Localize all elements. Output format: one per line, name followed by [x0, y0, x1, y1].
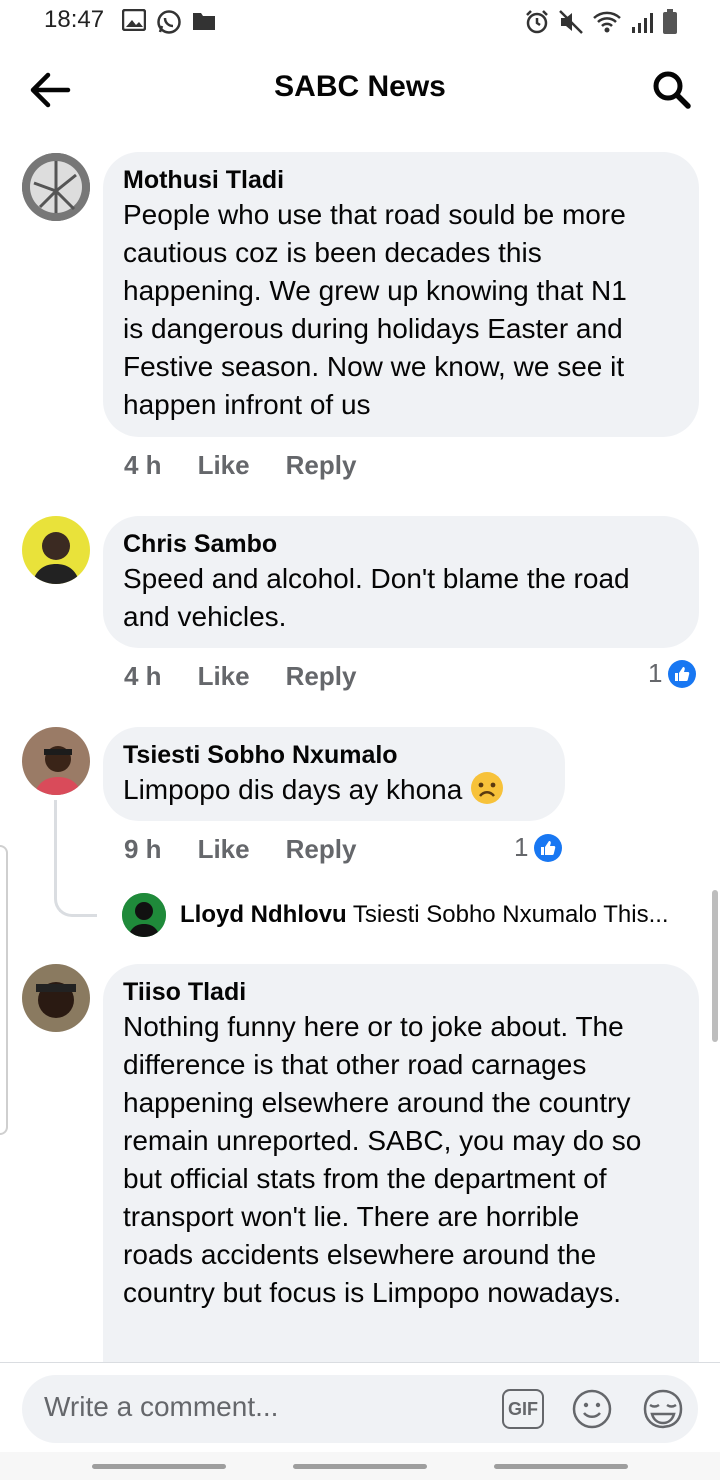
thumbs-up-icon	[668, 659, 697, 688]
comment-text: Nothing funny here or to joke about. The…	[123, 1011, 642, 1308]
comment-bubble: Mothusi Tladi People who use that road s…	[103, 152, 699, 437]
scrollbar[interactable]	[712, 890, 718, 1042]
comment-author[interactable]: Chris Sambo	[123, 528, 679, 560]
reaction-count[interactable]: 1	[648, 658, 697, 689]
page-title: SABC News	[274, 70, 446, 103]
signal-icon	[632, 13, 653, 33]
wifi-icon	[593, 11, 621, 33]
thumbs-up-icon	[534, 833, 563, 862]
reply-snippet: Tsiesti Sobho Nxumalo This...	[352, 901, 669, 928]
comment-text-content: Limpopo dis days ay khona	[123, 774, 463, 805]
comment-bubble: Tsiesti Sobho Nxumalo Limpopo dis days a…	[103, 727, 565, 821]
notification-icons	[122, 9, 216, 35]
image-icon	[122, 9, 146, 31]
avatar[interactable]	[22, 964, 90, 1032]
reaction-number: 1	[514, 832, 529, 862]
search-icon[interactable]	[652, 70, 692, 110]
comment-input[interactable]: Write a comment... GIF	[22, 1375, 698, 1443]
comment-text: Limpopo dis days ay khona	[123, 771, 545, 809]
comment-bubble: Chris Sambo Speed and alcohol. Don't bla…	[103, 516, 699, 648]
comment-bubble: Tiiso Tladi Nothing funny here or to jok…	[103, 964, 699, 1384]
comment-actions: 4 h Like Reply	[124, 450, 392, 481]
comment-text: Speed and alcohol. Don't blame the road …	[123, 563, 630, 632]
reply-button[interactable]: Reply	[286, 661, 357, 692]
reply-author: Lloyd Ndhlovu	[180, 901, 347, 928]
status-time: 18:47	[44, 6, 105, 33]
comment-composer: Write a comment... GIF	[0, 1362, 720, 1453]
app-header: SABC News	[0, 44, 720, 134]
battery-icon	[663, 9, 677, 34]
like-button[interactable]: Like	[198, 661, 250, 692]
comment-time: 9 h	[124, 834, 162, 864]
nav-back[interactable]	[494, 1464, 628, 1469]
whatsapp-icon	[157, 10, 181, 34]
avatar[interactable]	[22, 153, 90, 221]
mute-icon	[559, 10, 583, 34]
comment-author[interactable]: Mothusi Tladi	[123, 164, 679, 196]
reply-button[interactable]: Reply	[286, 834, 357, 865]
comment-author[interactable]: Tsiesti Sobho Nxumalo	[123, 739, 545, 771]
reply-button[interactable]: Reply	[286, 450, 357, 481]
reaction-number: 1	[648, 658, 663, 688]
comment-text: People who use that road sould be more c…	[123, 199, 627, 420]
reply-preview[interactable]: Lloyd Ndhlovu Tsiesti Sobho Nxumalo This…	[122, 893, 669, 937]
folder-icon	[193, 13, 215, 30]
comment-author[interactable]: Tiiso Tladi	[123, 976, 679, 1008]
gif-button[interactable]: GIF	[502, 1389, 544, 1429]
comment-time: 4 h	[124, 661, 162, 691]
like-button[interactable]: Like	[198, 834, 250, 865]
sticker-icon[interactable]	[640, 1387, 686, 1431]
avatar[interactable]	[122, 893, 166, 937]
reaction-count[interactable]: 1	[514, 832, 563, 863]
status-bar: 18:47	[0, 0, 720, 44]
system-icons	[524, 9, 678, 35]
comment-placeholder: Write a comment...	[44, 1391, 279, 1422]
avatar[interactable]	[22, 516, 90, 584]
comment-actions: 9 h Like Reply	[124, 834, 392, 865]
emoji-icon[interactable]	[572, 1389, 612, 1429]
system-nav-bar	[0, 1452, 720, 1480]
like-button[interactable]: Like	[198, 450, 250, 481]
nav-home[interactable]	[293, 1464, 427, 1469]
edge-panel-handle[interactable]	[0, 845, 8, 1135]
nav-recents[interactable]	[92, 1464, 226, 1469]
comment-time: 4 h	[124, 450, 162, 480]
avatar[interactable]	[22, 727, 90, 795]
sad-emoji-icon	[471, 772, 504, 804]
comment-actions: 4 h Like Reply	[124, 661, 392, 692]
alarm-icon	[526, 10, 548, 34]
thread-connector	[54, 800, 97, 917]
